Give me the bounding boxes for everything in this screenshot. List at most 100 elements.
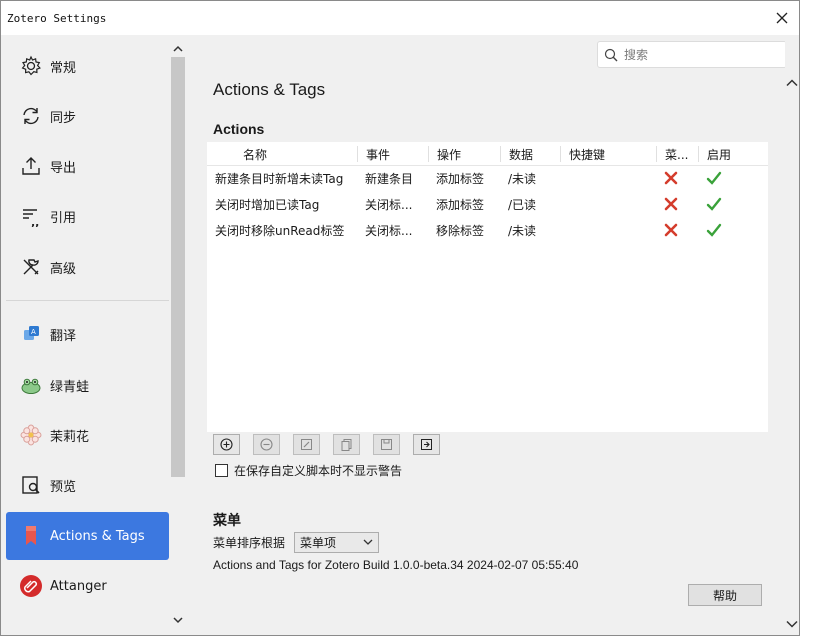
- edit-button[interactable]: [293, 434, 320, 455]
- sidebar-item-label: Actions & Tags: [50, 528, 145, 544]
- cross-icon[interactable]: [664, 223, 678, 240]
- sidebar-item-jasmine[interactable]: 茉莉花: [6, 411, 169, 459]
- sidebar-item-preview[interactable]: 预览: [6, 461, 169, 509]
- sidebar-item-export[interactable]: 导出: [6, 142, 169, 190]
- search-box[interactable]: [597, 41, 787, 68]
- sidebar-scroll-down[interactable]: [171, 613, 185, 627]
- suppress-warning-label: 在保存自定义脚本时不显示警告: [234, 464, 403, 478]
- cross-icon[interactable]: [664, 171, 678, 188]
- menu-sort-label: 菜单排序根据: [213, 536, 286, 550]
- title-bar: Zotero Settings: [1, 1, 799, 35]
- table-row[interactable]: 关闭时增加已读Tag 关闭标... 添加标签 /已读: [207, 191, 768, 217]
- add-button[interactable]: [213, 434, 240, 455]
- translate-icon: A: [19, 322, 43, 346]
- check-icon[interactable]: [706, 223, 722, 240]
- sync-icon: [19, 104, 43, 128]
- chevron-down-icon: [786, 620, 798, 628]
- cell-operation: 添加标签: [436, 198, 485, 212]
- actions-table: 名称 事件 操作 数据 快捷键 菜... 启用 新建条目时新增未读Tag 新建条…: [207, 142, 768, 432]
- settings-pane: Actions & Tags Actions 名称 事件 操作 数据 快捷键 菜…: [187, 35, 798, 635]
- chevron-up-icon: [786, 79, 798, 87]
- import-icon: [421, 439, 432, 450]
- edit-icon: [301, 439, 312, 450]
- sidebar: 常规 同步 导出 ,, 引用 高级 A 翻译 绿青蛙 茉莉花 预览 Action…: [1, 35, 187, 635]
- sidebar-item-actions-tags[interactable]: Actions & Tags: [6, 512, 169, 560]
- sidebar-item-label: 绿青蛙: [50, 379, 90, 395]
- sidebar-scroll-thumb[interactable]: [171, 57, 185, 477]
- preview-icon: [19, 473, 43, 497]
- copy-button[interactable]: [333, 434, 360, 455]
- table-header: 名称 事件 操作 数据 快捷键 菜... 启用: [207, 142, 768, 166]
- add-icon: [220, 438, 233, 451]
- sidebar-item-general[interactable]: 常规: [6, 42, 169, 90]
- settings-window: Zotero Settings 常规 同步 导出 ,, 引用 高级 A 翻译 绿…: [0, 0, 800, 636]
- sidebar-item-attanger[interactable]: Attanger: [6, 562, 169, 610]
- cell-data: /未读: [508, 172, 537, 186]
- column-header-operation[interactable]: 操作: [428, 146, 500, 162]
- save-icon: [381, 439, 392, 450]
- suppress-warning-checkbox[interactable]: [215, 464, 228, 477]
- tools-icon: [19, 255, 43, 279]
- build-info: Actions and Tags for Zotero Build 1.0.0-…: [213, 558, 579, 572]
- sidebar-item-label: 高级: [50, 261, 77, 277]
- check-icon[interactable]: [706, 197, 722, 214]
- column-header-data[interactable]: 数据: [500, 146, 560, 162]
- export-icon: [19, 154, 43, 178]
- cite-icon: ,,: [19, 204, 43, 228]
- import-button[interactable]: [413, 434, 440, 455]
- cell-event: 新建条目: [365, 172, 414, 186]
- menu-sort-select[interactable]: 菜单项: [294, 532, 380, 553]
- column-header-shortcut[interactable]: 快捷键: [560, 146, 656, 162]
- sidebar-item-cite[interactable]: ,, 引用: [6, 192, 169, 240]
- column-header-menu[interactable]: 菜...: [656, 146, 698, 162]
- cell-name: 关闭时移除unRead标签: [215, 224, 345, 238]
- search-icon: [604, 48, 618, 61]
- cell-operation: 添加标签: [436, 172, 485, 186]
- paperclip-icon: [19, 574, 43, 598]
- cell-operation: 移除标签: [436, 224, 485, 238]
- pane-scrollbar[interactable]: [785, 35, 799, 635]
- sidebar-divider: [6, 300, 169, 301]
- menu-heading: 菜单: [213, 512, 241, 528]
- suppress-warning-option: 在保存自定义脚本时不显示警告: [215, 462, 402, 479]
- pane-title: Actions & Tags: [213, 80, 326, 99]
- cell-data: /未读: [508, 224, 537, 238]
- column-header-name[interactable]: 名称: [207, 146, 357, 162]
- gear-icon: [19, 54, 43, 78]
- copy-icon: [341, 439, 352, 451]
- table-row[interactable]: 关闭时移除unRead标签 关闭标... 移除标签 /未读: [207, 217, 768, 243]
- sidebar-item-label: 翻译: [50, 328, 77, 344]
- menu-sort-row: 菜单排序根据 菜单项: [213, 532, 380, 553]
- window-title: Zotero Settings: [7, 12, 107, 25]
- cell-name: 关闭时增加已读Tag: [215, 198, 320, 212]
- frog-icon: [19, 373, 43, 397]
- sidebar-item-label: 预览: [50, 479, 77, 495]
- cross-icon[interactable]: [664, 197, 678, 214]
- actions-heading: Actions: [213, 121, 265, 137]
- column-header-event[interactable]: 事件: [357, 146, 428, 162]
- close-button[interactable]: [771, 7, 793, 29]
- sidebar-item-sync[interactable]: 同步: [6, 92, 169, 140]
- column-header-enabled[interactable]: 启用: [698, 146, 768, 162]
- sidebar-item-label: 引用: [50, 210, 77, 226]
- chevron-up-icon: [173, 45, 183, 52]
- bookmark-icon: [19, 524, 43, 548]
- sidebar-item-label: 茉莉花: [50, 429, 90, 445]
- sidebar-item-translate[interactable]: A 翻译: [6, 310, 169, 358]
- sidebar-item-frog[interactable]: 绿青蛙: [6, 361, 169, 409]
- remove-button[interactable]: [253, 434, 280, 455]
- table-row[interactable]: 新建条目时新增未读Tag 新建条目 添加标签 /未读: [207, 165, 768, 191]
- help-button[interactable]: 帮助: [688, 584, 762, 606]
- sidebar-scroll-up[interactable]: [171, 41, 185, 55]
- cell-name: 新建条目时新增未读Tag: [215, 172, 344, 186]
- sidebar-item-label: 导出: [50, 160, 77, 176]
- sidebar-item-label: 常规: [50, 60, 77, 76]
- cell-event: 关闭标...: [365, 224, 413, 238]
- remove-icon: [260, 438, 273, 451]
- sidebar-item-advanced[interactable]: 高级: [6, 243, 169, 291]
- check-icon[interactable]: [706, 171, 722, 188]
- chevron-down-icon: [173, 616, 183, 623]
- menu-sort-value: 菜单项: [300, 536, 337, 550]
- search-input[interactable]: [622, 46, 776, 63]
- save-button[interactable]: [373, 434, 400, 455]
